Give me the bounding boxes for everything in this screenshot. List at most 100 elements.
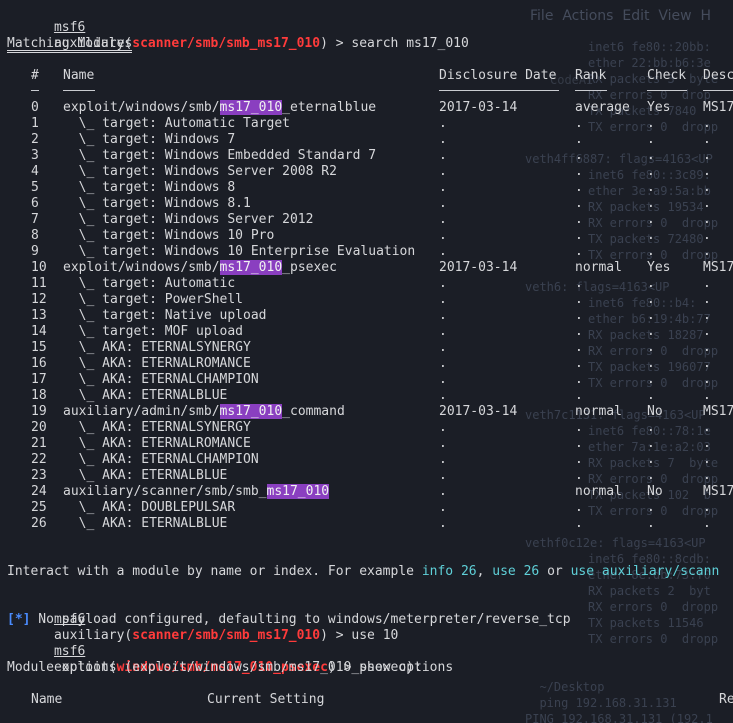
row-desc: . [703,212,711,227]
row-check: Yes [647,100,671,115]
row-num: 4 [31,164,39,179]
row-num: 14 [31,324,47,339]
row-rank: . [575,436,583,451]
row-check: No [647,404,663,419]
row-check: . [647,132,655,147]
row-date: . [439,228,447,243]
row-date: 2017-03-14 [439,404,518,419]
row-rank: normal [575,260,622,275]
row-desc: . [703,308,711,323]
table-row: 18 \_ AKA: ETERNALBLUE.... [7,388,733,404]
row-check: . [647,228,655,243]
row-date: . [439,180,447,195]
row-name: exploit/windows/smb/ms17_010_eternalblue [63,100,377,115]
table-row: 7 \_ target: Windows Server 2012.... [7,212,733,228]
row-check: . [647,500,655,515]
table-row: 9 \_ target: Windows 10 Enterprise Evalu… [7,244,733,260]
row-rank: . [575,324,583,339]
row-rank: normal [575,404,622,419]
row-desc: . [703,468,711,483]
row-date: . [439,484,447,499]
row-num: 11 [31,276,47,291]
table-row: 8 \_ target: Windows 10 Pro.... [7,228,733,244]
row-num: 6 [31,196,39,211]
row-check: . [647,420,655,435]
row-rank: . [575,308,583,323]
search-highlight: ms17_010 [219,260,283,275]
row-desc: . [703,420,711,435]
row-name: \_ target: Windows 10 Enterprise Evaluat… [63,244,416,259]
row-num: 16 [31,356,47,371]
row-date: . [439,148,447,163]
row-num: 13 [31,308,47,323]
row-check: . [647,324,655,339]
row-date: . [439,500,447,515]
terminal-window[interactable]: File Actions Edit View H CodeAI inet6 fe… [0,0,733,723]
row-desc: . [703,132,711,147]
table-row: 19 auxiliary/admin/smb/ms17_010_command 20… [7,404,733,420]
row-rank: . [575,420,583,435]
row-check: . [647,452,655,467]
row-rank: . [575,516,583,531]
info-line: [*] No payload configured, defaulting to… [7,612,733,628]
row-check: . [647,388,655,403]
row-check: . [647,180,655,195]
row-check: Yes [647,260,671,275]
row-num: 3 [31,148,39,163]
row-name: \_ AKA: ETERNALCHAMPION [63,452,259,467]
row-rank: . [575,276,583,291]
interact-text: Interact with a module by name or index.… [7,564,422,579]
row-name: \_ target: Windows Server 2012 [63,212,314,227]
row-rank: average [575,100,630,115]
row-check: . [647,372,655,387]
options-header-setting: Current Setting [207,692,325,707]
module-table-body: 0 exploit/windows/smb/ms17_010_eternalblu… [7,100,733,532]
row-desc: . [703,164,711,179]
row-num: 26 [31,516,47,531]
table-row: 5 \_ target: Windows 8.... [7,180,733,196]
table-row: 3 \_ target: Windows Embedded Standard 7… [7,148,733,164]
row-desc: . [703,276,711,291]
options-header-required: Re [719,692,733,707]
row-check: . [647,468,655,483]
row-check: . [647,116,655,131]
interact-example-use: use 26 [492,564,540,579]
options-header-name: Name [31,692,63,707]
info-message: No payload configured, defaulting to win… [30,612,571,627]
ghost-line: PING 192.168.31.131 (192.1 [525,712,713,723]
row-num: 18 [31,388,47,403]
row-num: 8 [31,228,39,243]
row-check: . [647,436,655,451]
row-num: 17 [31,372,47,387]
row-rank: . [575,196,583,211]
table-row: 6 \_ target: Windows 8.1.... [7,196,733,212]
row-num: 21 [31,436,47,451]
header-rank: Rank [575,68,607,83]
interact-hint: Interact with a module by name or index.… [7,564,733,580]
table-row: 24 auxiliary/scanner/smb/smb_ms17_010. nor… [7,484,733,500]
row-name: \_ AKA: ETERNALSYNERGY [63,420,251,435]
row-num: 12 [31,292,47,307]
row-desc: MS17 [703,484,733,499]
row-rank: . [575,372,583,387]
row-date: . [439,452,447,467]
row-name: \_ target: PowerShell [63,292,244,307]
row-desc: . [703,244,711,259]
table-row: 11 \_ target: Automatic.... [7,276,733,292]
row-num: 0 [31,100,39,115]
row-date: . [439,276,447,291]
row-desc: . [703,324,711,339]
row-check: . [647,308,655,323]
terminal-output: msf6 auxiliary(scanner/smb/smb_ms17_010)… [7,4,733,708]
row-check: . [647,340,655,355]
row-num: 15 [31,340,47,355]
table-row: 13 \_ target: Native upload.... [7,308,733,324]
row-name: \_ target: Windows 8.1 [63,196,251,211]
row-desc: . [703,388,711,403]
row-num: 20 [31,420,47,435]
row-desc: . [703,148,711,163]
row-desc: MS17 [703,260,733,275]
row-num: 25 [31,500,47,515]
table-row: 23 \_ AKA: ETERNALBLUE.... [7,468,733,484]
row-name: auxiliary/admin/smb/ms17_010_command [63,404,345,419]
